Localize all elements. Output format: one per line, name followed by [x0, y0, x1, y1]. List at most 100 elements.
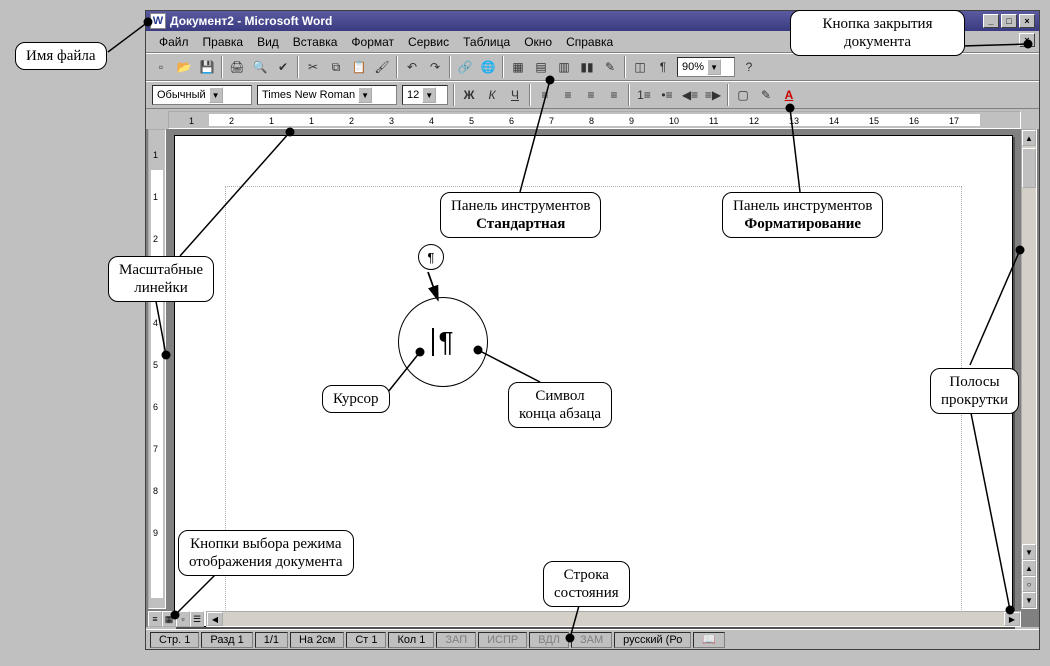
browse-object-icon[interactable]: ○ [1022, 576, 1036, 592]
horizontal-scrollbar[interactable]: ◀ ▶ [206, 611, 1021, 627]
ruler-tick: 1 [153, 150, 158, 160]
status-pages: 1/1 [255, 632, 288, 648]
drawing-icon[interactable]: ✎ [599, 56, 621, 78]
new-icon[interactable]: ▫ [150, 56, 172, 78]
excel-icon[interactable]: ▥ [553, 56, 575, 78]
maximize-button[interactable]: □ [1001, 14, 1017, 28]
zoom-combo[interactable]: 90% ▼ [677, 57, 735, 77]
scroll-thumb[interactable] [1022, 148, 1036, 188]
format-painter-icon[interactable]: 🖌 [371, 56, 393, 78]
vertical-ruler[interactable]: 1123456789 [148, 129, 166, 609]
borders-icon[interactable]: ▢ [732, 84, 754, 106]
print-icon[interactable]: 🖨 [226, 56, 248, 78]
horizontal-ruler[interactable]: 1211234567891011121314151617 [168, 111, 1021, 129]
font-color-icon[interactable]: A [778, 84, 800, 106]
minimize-button[interactable]: _ [983, 14, 999, 28]
decrease-indent-icon[interactable]: ◀≡ [679, 84, 701, 106]
web-toolbar-icon[interactable]: 🌐 [477, 56, 499, 78]
tables-borders-icon[interactable]: ▦ [507, 56, 529, 78]
undo-icon[interactable]: ↶ [401, 56, 423, 78]
ruler-tick: 1 [153, 192, 158, 202]
insert-table-icon[interactable]: ▤ [530, 56, 552, 78]
chevron-down-icon[interactable]: ▼ [422, 87, 436, 103]
chevron-down-icon[interactable]: ▼ [358, 87, 372, 103]
italic-button[interactable]: К [481, 84, 503, 106]
align-right-icon[interactable]: ≡ [580, 84, 602, 106]
close-window-button[interactable]: × [1019, 14, 1035, 28]
ruler-tick: 6 [509, 116, 514, 126]
menu-view[interactable]: Вид [250, 33, 286, 51]
ruler-tick: 15 [869, 116, 879, 126]
status-col: Кол 1 [388, 632, 434, 648]
chevron-down-icon[interactable]: ▼ [209, 87, 223, 103]
status-page: Стр. 1 [150, 632, 199, 648]
ruler-tick: 12 [749, 116, 759, 126]
scroll-right-icon[interactable]: ▶ [1004, 612, 1020, 626]
redo-icon[interactable]: ↷ [424, 56, 446, 78]
increase-indent-icon[interactable]: ≡▶ [702, 84, 724, 106]
standard-toolbar: ▫ 📂 💾 🖨 🔍 ✔ ✂ ⧉ 📋 🖌 ↶ ↷ 🔗 🌐 ▦ ▤ ▥ ▮▮ ✎ ◫… [146, 53, 1039, 81]
status-ext: ВДЛ [529, 632, 569, 648]
menu-edit[interactable]: Правка [196, 33, 251, 51]
menu-tools[interactable]: Сервис [401, 33, 456, 51]
spellcheck-icon[interactable]: ✔ [272, 56, 294, 78]
callout-rulers: Масштабныелинейки [108, 256, 214, 302]
show-hide-icon[interactable]: ¶ [652, 56, 674, 78]
vertical-scrollbar[interactable]: ▲ ▼ ▲ ○ ▼ [1021, 129, 1037, 609]
web-view-icon[interactable]: ▦ [162, 611, 176, 627]
preview-icon[interactable]: 🔍 [249, 56, 271, 78]
align-left-icon[interactable]: ≡ [534, 84, 556, 106]
underline-button[interactable]: Ч [504, 84, 526, 106]
align-justify-icon[interactable]: ≡ [603, 84, 625, 106]
menu-help[interactable]: Справка [559, 33, 620, 51]
pilcrow-small-circle: ¶ [418, 244, 444, 270]
columns-icon[interactable]: ▮▮ [576, 56, 598, 78]
chevron-down-icon[interactable]: ▼ [707, 59, 721, 75]
normal-view-icon[interactable]: ≡ [148, 611, 162, 627]
status-book-icon: 📖 [693, 632, 725, 648]
style-combo[interactable]: Обычный ▼ [152, 85, 252, 105]
menu-format[interactable]: Формат [344, 33, 401, 51]
outline-view-icon[interactable]: ☰ [190, 611, 204, 627]
font-size-combo[interactable]: 12 ▼ [402, 85, 448, 105]
hyperlink-icon[interactable]: 🔗 [454, 56, 476, 78]
menu-window[interactable]: Окно [517, 33, 559, 51]
doc-close-button[interactable]: × [1019, 33, 1035, 47]
font-size-value: 12 [407, 89, 419, 101]
pilcrow-icon: ¶ [438, 326, 453, 358]
align-center-icon[interactable]: ≡ [557, 84, 579, 106]
prev-page-icon[interactable]: ▲ [1022, 560, 1036, 576]
ruler-tick: 14 [829, 116, 839, 126]
numbered-list-icon[interactable]: 1≡ [633, 84, 655, 106]
ruler-tick: 2 [153, 234, 158, 244]
callout-cursor: Курсор [322, 385, 390, 413]
scroll-left-icon[interactable]: ◀ [207, 612, 223, 626]
menu-file[interactable]: Файл [152, 33, 196, 51]
bold-button[interactable]: Ж [458, 84, 480, 106]
copy-icon[interactable]: ⧉ [325, 56, 347, 78]
bullet-list-icon[interactable]: •≡ [656, 84, 678, 106]
document-window-controls: × [1017, 33, 1035, 47]
cursor-zoom-circle: ¶ [398, 297, 488, 387]
font-combo[interactable]: Times New Roman ▼ [257, 85, 397, 105]
style-value: Обычный [157, 89, 206, 101]
save-icon[interactable]: 💾 [196, 56, 218, 78]
print-layout-view-icon[interactable]: ▫ [176, 611, 190, 627]
ruler-tick: 6 [153, 402, 158, 412]
cut-icon[interactable]: ✂ [302, 56, 324, 78]
ruler-tick: 10 [669, 116, 679, 126]
formatting-toolbar: Обычный ▼ Times New Roman ▼ 12 ▼ Ж К Ч ≡… [146, 81, 1039, 109]
scroll-up-icon[interactable]: ▲ [1022, 130, 1036, 146]
document-map-icon[interactable]: ◫ [629, 56, 651, 78]
status-section: Разд 1 [201, 632, 252, 648]
help-icon[interactable]: ? [738, 56, 760, 78]
ruler-tick: 1 [269, 116, 274, 126]
menu-insert[interactable]: Вставка [286, 33, 345, 51]
next-page-icon[interactable]: ▼ [1022, 592, 1036, 608]
menu-table[interactable]: Таблица [456, 33, 517, 51]
highlight-icon[interactable]: ✎ [755, 84, 777, 106]
scroll-down-icon[interactable]: ▼ [1022, 544, 1036, 560]
open-icon[interactable]: 📂 [173, 56, 195, 78]
ruler-tick: 4 [429, 116, 434, 126]
paste-icon[interactable]: 📋 [348, 56, 370, 78]
